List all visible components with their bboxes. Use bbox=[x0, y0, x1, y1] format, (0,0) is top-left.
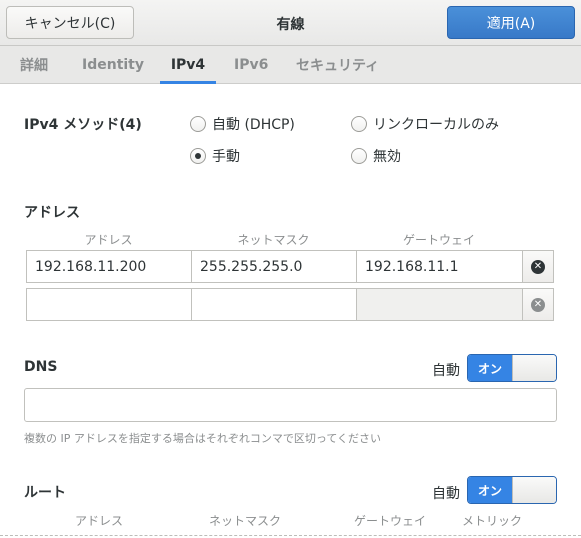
radio-circle-checked[interactable] bbox=[190, 148, 206, 164]
apply-button[interactable]: 適用(A) bbox=[447, 6, 575, 39]
radio-link-local[interactable]: リンクローカルのみ bbox=[351, 114, 499, 134]
tab-details[interactable]: 詳細 bbox=[14, 46, 54, 84]
radio-manual[interactable]: 手動 bbox=[190, 146, 240, 166]
delete-icon: ✕ bbox=[531, 297, 545, 312]
column-header-gateway: ゲートウェイ bbox=[402, 233, 475, 247]
radio-label: リンクローカルのみ bbox=[373, 117, 499, 133]
route-column-header-metric: メトリック bbox=[462, 514, 523, 528]
address-input[interactable] bbox=[26, 288, 192, 321]
tab-ipv4[interactable]: IPv4 bbox=[160, 46, 216, 84]
column-header-address: アドレス bbox=[84, 233, 133, 247]
cancel-button[interactable]: キャンセル(C) bbox=[6, 6, 134, 39]
delete-address-button[interactable]: ✕ bbox=[522, 250, 554, 283]
radio-auto-dhcp[interactable]: 自動 (DHCP) bbox=[190, 114, 295, 134]
tab-bar: 詳細 Identity IPv4 IPv6 セキュリティ bbox=[0, 46, 581, 84]
ipv4-method-label: IPv4 メソッド(4) bbox=[24, 117, 142, 133]
switch-knob bbox=[512, 355, 556, 381]
addresses-section-title: アドレス bbox=[24, 205, 80, 221]
dns-auto-label: 自動 bbox=[432, 363, 460, 379]
radio-circle[interactable] bbox=[190, 116, 206, 132]
gateway-input[interactable]: 192.168.11.1 bbox=[356, 250, 523, 283]
radio-label: 自動 (DHCP) bbox=[212, 117, 295, 133]
delete-icon: ✕ bbox=[531, 259, 545, 274]
radio-circle[interactable] bbox=[351, 116, 367, 132]
netmask-input[interactable] bbox=[191, 288, 357, 321]
dns-auto-switch[interactable]: オン bbox=[467, 354, 557, 382]
route-column-header-gateway: ゲートウェイ bbox=[353, 514, 426, 528]
gateway-input[interactable] bbox=[356, 288, 523, 321]
column-header-netmask: ネットマスク bbox=[237, 233, 310, 247]
tab-ipv6[interactable]: IPv6 bbox=[228, 46, 274, 84]
delete-address-button[interactable]: ✕ bbox=[522, 288, 554, 321]
radio-label: 手動 bbox=[212, 149, 240, 165]
tab-identity[interactable]: Identity bbox=[76, 46, 150, 84]
radio-circle[interactable] bbox=[351, 148, 367, 164]
dns-input[interactable] bbox=[24, 388, 557, 422]
netmask-input[interactable]: 255.255.255.0 bbox=[191, 250, 357, 283]
address-input[interactable]: 192.168.11.200 bbox=[26, 250, 192, 283]
switch-on-label: オン bbox=[468, 477, 512, 503]
routes-auto-switch[interactable]: オン bbox=[467, 476, 557, 504]
route-column-header-netmask: ネットマスク bbox=[208, 514, 281, 528]
route-column-header-address: アドレス bbox=[74, 514, 123, 528]
dns-hint: 複数の IP アドレスを指定する場合はそれぞれコンマで区切ってください bbox=[24, 432, 381, 445]
switch-on-label: オン bbox=[468, 355, 512, 381]
radio-label: 無効 bbox=[373, 149, 401, 165]
switch-knob bbox=[512, 477, 556, 503]
header-bar: キャンセル(C) 有線 適用(A) bbox=[0, 0, 581, 46]
scroll-edge-divider bbox=[0, 535, 581, 536]
routes-auto-label: 自動 bbox=[432, 486, 460, 502]
routes-section-title: ルート bbox=[24, 485, 66, 501]
radio-disabled[interactable]: 無効 bbox=[351, 146, 401, 166]
tab-security[interactable]: セキュリティ bbox=[290, 46, 385, 84]
dns-section-title: DNS bbox=[24, 359, 58, 375]
